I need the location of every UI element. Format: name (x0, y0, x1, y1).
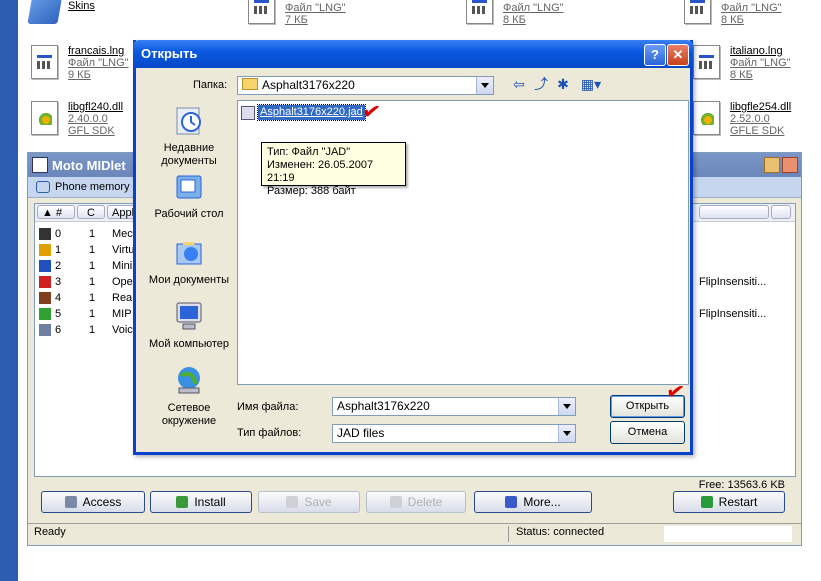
up-folder-icon[interactable]: ⤴ (533, 76, 549, 92)
status-field (664, 526, 792, 542)
place-my-documents[interactable]: Мои документы (144, 236, 234, 287)
dll-file-icon (693, 101, 720, 135)
my-computer-icon (176, 302, 202, 330)
access-icon (64, 496, 77, 508)
file-item-selected[interactable]: Asphalt3176x220.jad (241, 104, 366, 121)
midlet-icon (39, 308, 51, 320)
lng-file-icon (684, 0, 711, 24)
lng-file-icon (693, 45, 720, 79)
restart-button[interactable]: Restart (673, 491, 785, 513)
dialog-title: Открыть (141, 46, 198, 61)
midlet-icon (39, 276, 51, 288)
column-c[interactable]: C (77, 205, 105, 219)
chevron-down-icon[interactable] (558, 425, 575, 442)
chevron-down-icon[interactable] (476, 77, 493, 94)
more-button[interactable]: More... (474, 491, 592, 513)
filetype-label: Тип файлов: (237, 427, 302, 439)
explorer-item-lng-3[interactable]: Файл "LNG" 8 КБ (681, 0, 782, 26)
status-ready: Ready (34, 526, 66, 538)
explorer-item-francais[interactable]: francais.lng Файл "LNG" 9 КБ (28, 45, 129, 81)
column-end[interactable] (699, 205, 769, 219)
help-button[interactable]: ? (644, 44, 666, 66)
delete-icon (389, 496, 402, 508)
explorer-item-lng-2[interactable]: Файл "LNG" 8 КБ (463, 0, 564, 26)
midlet-icon (39, 324, 51, 336)
desktop-icon (176, 175, 202, 199)
place-my-computer[interactable]: Мой компьютер (144, 300, 234, 351)
access-button[interactable]: Access (41, 491, 145, 513)
midlet-icon (39, 292, 51, 304)
midlet-icon (39, 228, 51, 240)
filetype-select[interactable]: JAD files (332, 424, 576, 443)
settings-icon[interactable] (764, 157, 780, 173)
dll-file-icon (31, 101, 58, 135)
open-dialog: Открыть ? ✕ Папка: Asphalt3176x220 ⇦ ⤴ ✱… (133, 40, 693, 455)
app-icon (32, 157, 48, 173)
install-icon (176, 496, 189, 508)
more-icon (505, 496, 518, 508)
explorer-item-libgfle254[interactable]: libgfle254.dll 2.52.0.0 GFLE SDK (690, 101, 791, 137)
cancel-button[interactable]: Отмена (610, 421, 685, 444)
desktop-left-strip (0, 0, 18, 581)
save-icon (286, 496, 299, 508)
folder-combo[interactable]: Asphalt3176x220 (237, 76, 494, 95)
recent-documents-icon (176, 107, 201, 135)
explorer-item-libgfl240[interactable]: libgfl240.dll 2.40.0.0 GFL SDK (28, 101, 123, 137)
phone-icon (36, 181, 50, 193)
explorer-item-lng-1[interactable]: Файл "LNG" 7 КБ (245, 0, 346, 26)
filename-input[interactable]: Asphalt3176x220 (332, 397, 576, 416)
network-places-icon (178, 367, 200, 394)
midlet-icon (39, 260, 51, 272)
restart-icon (700, 496, 713, 508)
moto-title: Moto MIDlet (52, 157, 126, 173)
status-separator (508, 526, 509, 542)
install-button[interactable]: Install (150, 491, 252, 513)
folder-icon (27, 0, 63, 24)
folder-icon (242, 78, 258, 90)
save-button[interactable]: Save (258, 491, 360, 513)
column-extra[interactable] (771, 205, 791, 219)
view-menu-icon[interactable]: ▦▾ (579, 76, 603, 92)
file-name: Asphalt3176x220.jad (257, 104, 366, 121)
lng-file-icon (31, 45, 58, 79)
place-network[interactable]: Сетевое окружение (144, 364, 234, 428)
dialog-title-bar: Открыть ? ✕ (133, 40, 693, 68)
close-button[interactable]: ✕ (667, 44, 689, 66)
my-documents-icon (176, 242, 202, 265)
explorer-item-italiano[interactable]: italiano.lng Файл "LNG" 8 КБ (690, 45, 791, 81)
status-bar: Ready Status: connected (28, 523, 801, 544)
lng-file-icon (466, 0, 493, 24)
places-bar: Недавние документы Рабочий стол Мои доку… (144, 100, 234, 444)
close-icon[interactable] (782, 157, 798, 173)
folder-label: Папка: (193, 79, 228, 91)
chevron-down-icon[interactable] (558, 398, 575, 415)
new-folder-icon[interactable]: ✱ (555, 76, 571, 92)
delete-button[interactable]: Delete (366, 491, 466, 513)
free-space: Free: 13563.6 KB (698, 479, 785, 491)
midlet-icon (39, 244, 51, 256)
place-desktop[interactable]: Рабочий стол (144, 170, 234, 221)
filename-label: Имя файла: (237, 401, 299, 413)
explorer-item-skins[interactable]: Skins (27, 0, 95, 34)
file-tooltip: Тип: Файл "JAD" Изменен: 26.05.2007 21:1… (261, 142, 406, 197)
column-number[interactable]: ▲ # (37, 205, 75, 219)
place-recent[interactable]: Недавние документы (144, 104, 234, 168)
status-connection: Status: connected (516, 526, 605, 538)
lng-file-icon (248, 0, 275, 24)
back-icon[interactable]: ⇦ (511, 76, 527, 92)
jad-file-icon (241, 105, 255, 120)
